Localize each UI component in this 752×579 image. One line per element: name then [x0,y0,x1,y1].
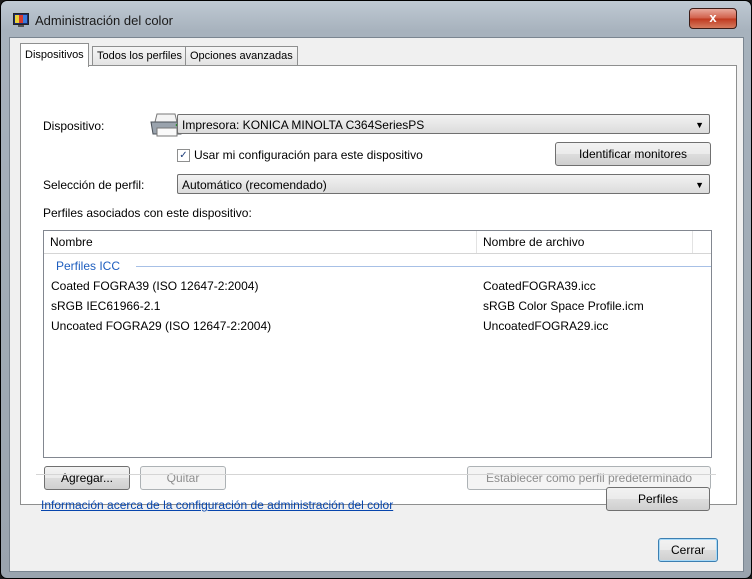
color-management-info-link[interactable]: Información acerca de la configuración d… [41,498,393,512]
title-bar[interactable]: Administración del color x [1,1,751,37]
list-item[interactable]: Uncoated FOGRA29 (ISO 12647-2:2004) Unco… [44,316,711,336]
tab-all-profiles[interactable]: Todos los perfiles [92,46,187,66]
profile-name: sRGB IEC61966-2.1 [51,299,161,313]
profile-selection-label: Selección de perfil: [43,178,145,192]
profile-name: Coated FOGRA39 (ISO 12647-2:2004) [51,279,259,293]
profiles-button[interactable]: Perfiles [606,487,710,511]
device-label: Dispositivo: [43,119,105,133]
chevron-down-icon: ▼ [695,120,704,130]
list-item[interactable]: Coated FOGRA39 (ISO 12647-2:2004) Coated… [44,276,711,296]
associated-profiles-label: Perfiles asociados con este dispositivo: [43,206,252,220]
tab-devices[interactable]: Dispositivos [20,43,89,67]
chevron-down-icon: ▼ [695,180,704,190]
color-management-icon [13,13,29,27]
identify-monitors-button[interactable]: Identificar monitores [555,142,711,166]
profile-name: Uncoated FOGRA29 (ISO 12647-2:2004) [51,319,272,333]
list-item[interactable]: sRGB IEC61966-2.1 sRGB Color Space Profi… [44,296,711,316]
use-settings-label: Usar mi configuración para este disposit… [194,148,423,162]
dialog-client-area: Dispositivos Todos los perfiles Opciones… [9,37,744,572]
use-settings-checkbox[interactable]: ✓ [177,149,190,162]
profiles-list[interactable]: Nombre Nombre de archivo Perfiles ICC Co… [43,230,712,458]
tab-advanced-options[interactable]: Opciones avanzadas [185,46,298,66]
profile-filename: CoatedFOGRA39.icc [483,279,596,293]
remove-button[interactable]: Quitar [140,466,226,490]
device-dropdown-value: Impresora: KONICA MINOLTA C364SeriesPS [182,118,425,132]
add-button[interactable]: Agregar... [44,466,130,490]
column-header-name[interactable]: Nombre [44,231,477,253]
color-management-window: Administración del color x Dispositivos … [0,0,752,579]
profile-selection-dropdown[interactable]: Automático (recomendado) ▼ [177,174,710,194]
close-button[interactable]: Cerrar [658,538,718,562]
group-divider [136,266,711,267]
window-title: Administración del color [35,13,174,28]
group-header-icc-profiles[interactable]: Perfiles ICC [56,259,711,273]
device-dropdown[interactable]: Impresora: KONICA MINOLTA C364SeriesPS ▼ [177,114,710,134]
column-header-filename[interactable]: Nombre de archivo [477,231,693,253]
devices-tab-panel: Dispositivo: Impresora: KONICA MINOLTA C… [20,65,737,505]
profile-selection-value: Automático (recomendado) [182,178,327,192]
group-header-label: Perfiles ICC [56,259,121,273]
profiles-list-header: Nombre Nombre de archivo [44,231,711,254]
profile-filename: sRGB Color Space Profile.icm [483,299,644,313]
separator [36,474,716,475]
close-window-button[interactable]: x [689,8,737,29]
profile-filename: UncoatedFOGRA29.icc [483,319,609,333]
